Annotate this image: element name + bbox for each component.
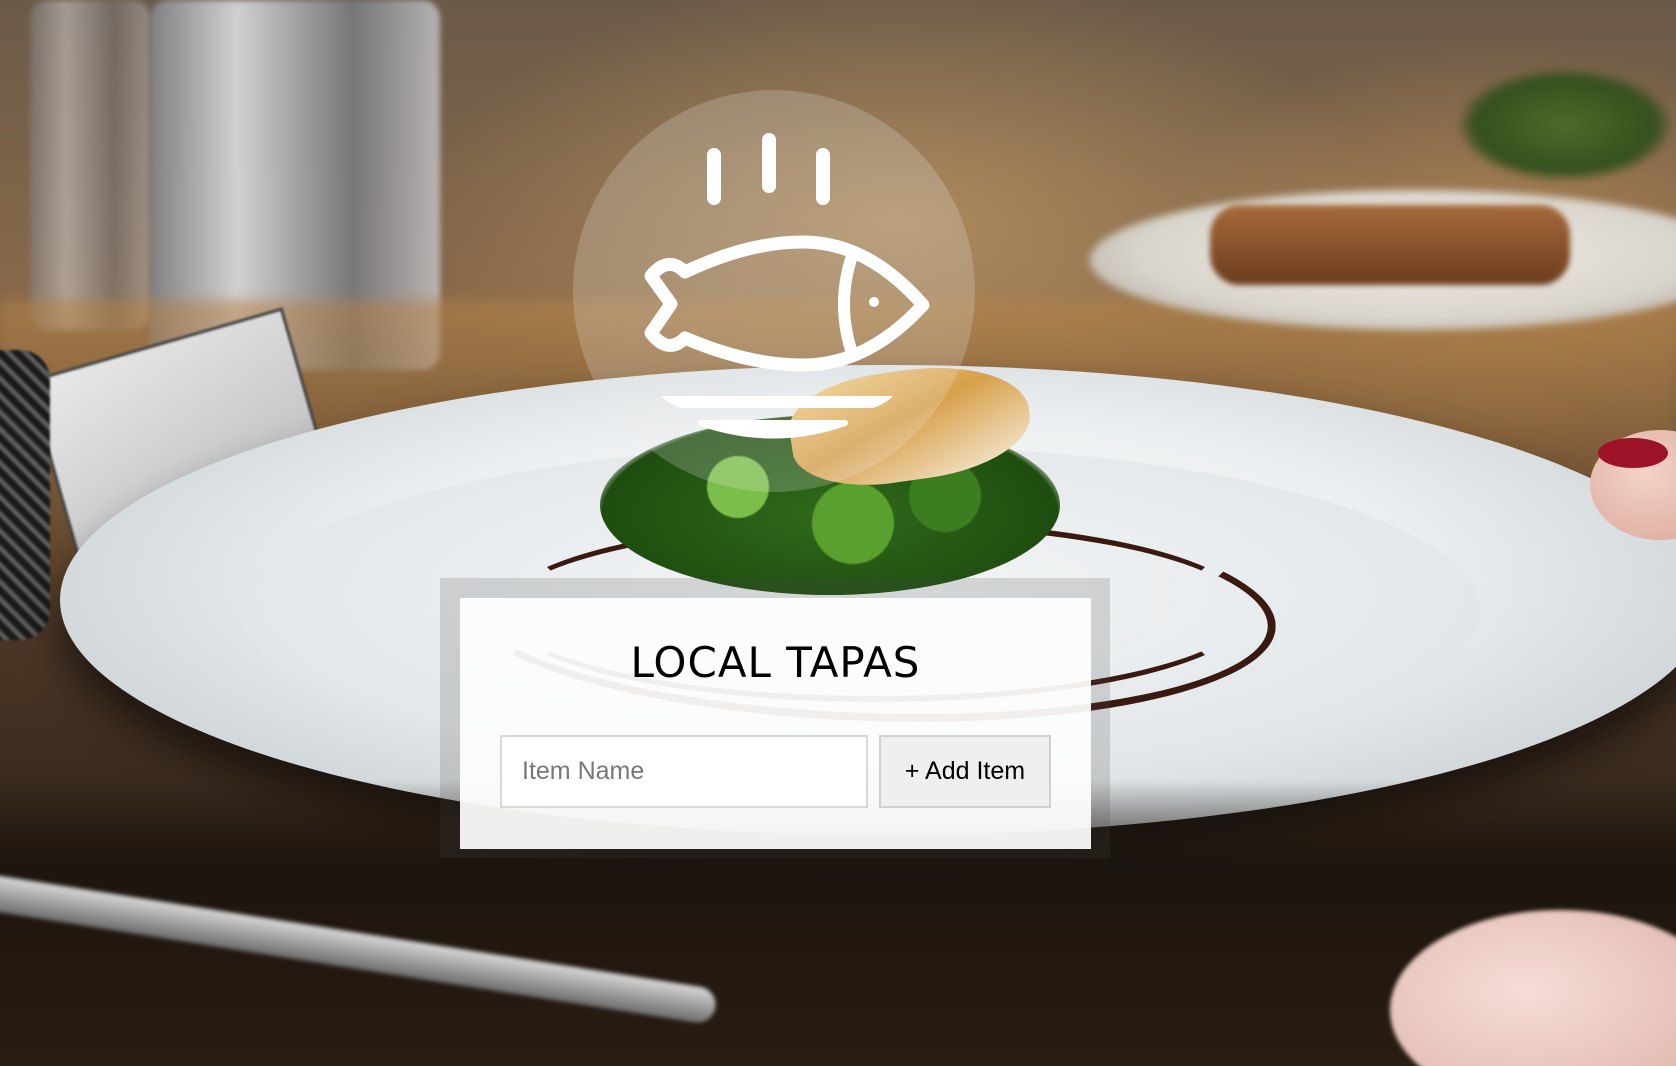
background-greens [1460,70,1670,180]
add-item-button[interactable]: + Add Item [879,735,1051,808]
item-name-input[interactable] [500,735,868,808]
bread-basket [0,350,50,640]
diner-nail [1598,438,1668,468]
page-title: LOCAL TAPAS [630,638,921,687]
background-food [1210,205,1570,285]
add-item-panel: LOCAL TAPAS + Add Item [460,598,1091,849]
app-screen: LOCAL TAPAS + Add Item [0,0,1676,1066]
logo [573,90,975,492]
fish-on-plate-steam-icon [644,133,930,439]
water-glass-left [30,0,150,330]
